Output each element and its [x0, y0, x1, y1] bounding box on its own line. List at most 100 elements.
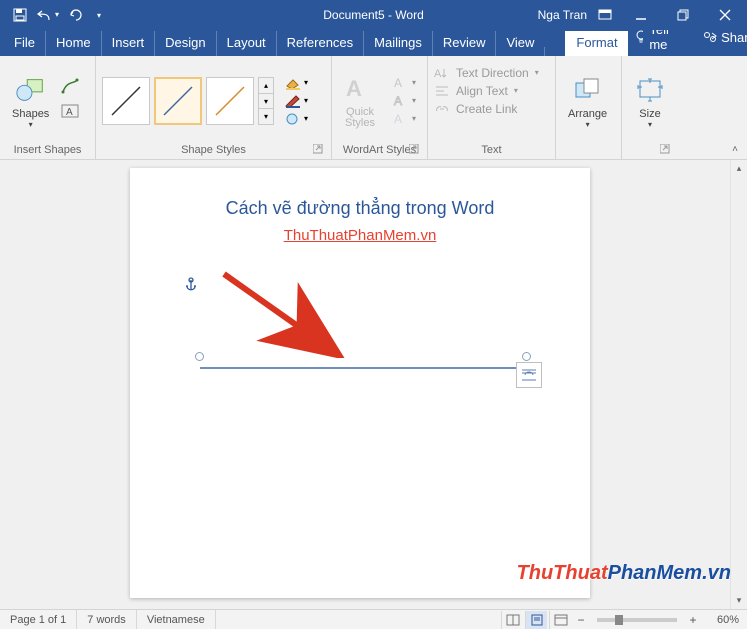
shape-style-3[interactable] — [206, 77, 254, 125]
web-layout-icon — [554, 614, 568, 626]
shapes-button[interactable]: Shapes ▾ — [6, 72, 55, 130]
title-bar: ▾ ▾ Document5 - Word Nga Tran — [0, 0, 747, 30]
tab-home[interactable]: Home — [45, 31, 101, 56]
size-button[interactable]: Size ▾ — [628, 72, 672, 130]
ribbon-display-button[interactable] — [593, 3, 617, 27]
scroll-up-button[interactable]: ▴ — [731, 160, 747, 177]
status-bar: Page 1 of 1 7 words Vietnamese − + 60% — [0, 609, 747, 629]
layout-options-icon — [520, 367, 538, 383]
edit-shape-icon — [61, 78, 79, 94]
tab-overflow[interactable] — [544, 47, 565, 56]
group-shape-styles: ▴ ▾ ▾ ▾ ▾ ▾ Shape Styles — [96, 56, 332, 159]
align-text-icon — [434, 84, 450, 98]
arrange-label: Arrange — [568, 108, 607, 120]
tab-file[interactable]: File — [0, 31, 45, 56]
dialog-launcher-shape-styles[interactable] — [311, 144, 325, 158]
gallery-more[interactable]: ▾ — [259, 109, 273, 124]
tab-insert[interactable]: Insert — [101, 31, 155, 56]
size-label: Size — [639, 108, 660, 120]
chevron-down-icon: ▾ — [304, 98, 308, 104]
gallery-down[interactable]: ▾ — [259, 94, 273, 110]
quick-styles-button: A Quick Styles — [338, 71, 382, 131]
workspace: Cách vẽ đường thẳng trong Word ThuThuatP… — [0, 160, 747, 609]
text-direction-icon: A — [434, 66, 450, 80]
text-box-button[interactable]: A — [61, 103, 79, 124]
undo-icon — [37, 8, 53, 22]
chevron-down-icon: ▾ — [304, 116, 308, 122]
arrange-button[interactable]: Arrange ▾ — [562, 72, 613, 130]
tab-view[interactable]: View — [495, 31, 544, 56]
scroll-down-button[interactable]: ▾ — [731, 592, 747, 609]
view-read-mode[interactable] — [501, 611, 523, 629]
status-page[interactable]: Page 1 of 1 — [0, 610, 77, 629]
shape-outline-button[interactable]: ▾ — [284, 94, 308, 108]
chevron-up-icon: ˄ — [732, 144, 738, 155]
layout-options-button[interactable] — [516, 362, 542, 388]
zoom-in-button[interactable]: + — [685, 613, 701, 627]
restore-button[interactable] — [665, 0, 701, 30]
view-print-layout[interactable] — [525, 611, 547, 629]
text-fill-button: A▾ — [392, 76, 416, 90]
tab-layout[interactable]: Layout — [216, 31, 276, 56]
shape-style-2[interactable] — [154, 77, 202, 125]
tab-format[interactable]: Format — [565, 31, 627, 56]
zoom-level[interactable]: 60% — [703, 614, 739, 626]
scrollbar-track[interactable] — [731, 177, 747, 592]
share-button[interactable]: Share — [703, 30, 747, 45]
group-label-insert-shapes: Insert Shapes — [6, 142, 89, 159]
text-direction-button: AText Direction▾ — [434, 66, 539, 80]
group-wordart-styles: A Quick Styles A▾ A▾ A▾ WordArt Styles — [332, 56, 428, 159]
text-outline-button: A▾ — [392, 94, 416, 108]
print-layout-icon — [530, 614, 544, 626]
view-web-layout[interactable] — [549, 611, 571, 629]
document-link: ThuThuatPhanMem.vn — [160, 227, 560, 244]
user-name[interactable]: Nga Tran — [538, 8, 587, 22]
tab-review[interactable]: Review — [432, 31, 496, 56]
menu-bar: File Home Insert Design Layout Reference… — [0, 30, 747, 56]
svg-text:A: A — [346, 76, 362, 101]
collapse-ribbon-button[interactable]: ˄ — [727, 141, 743, 157]
group-label-shape-styles: Shape Styles — [102, 142, 325, 159]
customize-qat-button[interactable]: ▾ — [92, 3, 106, 27]
status-words[interactable]: 7 words — [77, 610, 137, 629]
svg-text:A: A — [434, 68, 442, 80]
close-button[interactable] — [707, 0, 743, 30]
close-icon — [719, 9, 731, 21]
tab-references[interactable]: References — [276, 31, 363, 56]
svg-text:A: A — [66, 107, 73, 118]
shape-effects-button[interactable]: ▾ — [284, 112, 308, 126]
shape-style-gallery: ▴ ▾ ▾ — [102, 77, 274, 125]
shape-fill-button[interactable]: ▾ — [284, 76, 308, 90]
zoom-slider[interactable] — [597, 618, 677, 622]
selection-handle-end[interactable] — [522, 352, 531, 361]
zoom-out-button[interactable]: − — [573, 613, 589, 627]
effects-icon — [284, 112, 302, 126]
selection-handle-start[interactable] — [195, 352, 204, 361]
shape-style-1[interactable] — [102, 77, 150, 125]
dialog-launcher-wordart[interactable] — [407, 144, 421, 158]
document-page[interactable]: Cách vẽ đường thẳng trong Word ThuThuatP… — [130, 168, 590, 598]
selected-line-shape[interactable] — [200, 356, 526, 357]
chevron-down-icon: ▾ — [304, 80, 308, 86]
edit-shape-button[interactable] — [61, 78, 79, 99]
group-text: AText Direction▾ Align Text▾ Create Link… — [428, 56, 556, 159]
quick-access-toolbar: ▾ ▾ — [0, 3, 106, 27]
document-heading: Cách vẽ đường thẳng trong Word — [160, 198, 560, 219]
zoom-thumb[interactable] — [615, 615, 623, 625]
tab-design[interactable]: Design — [154, 31, 215, 56]
wordart-fill-outline: A▾ A▾ A▾ — [392, 76, 416, 126]
dialog-launcher-size[interactable] — [658, 144, 672, 158]
vertical-scrollbar[interactable]: ▴ ▾ — [730, 160, 747, 609]
ribbon-display-icon — [598, 9, 612, 21]
gallery-up[interactable]: ▴ — [259, 78, 273, 94]
redo-button[interactable] — [64, 3, 88, 27]
svg-text:A: A — [394, 76, 402, 90]
minimize-button[interactable] — [623, 0, 659, 30]
tab-mailings[interactable]: Mailings — [363, 31, 432, 56]
create-link-button: Create Link — [434, 102, 539, 116]
undo-button[interactable]: ▾ — [36, 3, 60, 27]
status-language[interactable]: Vietnamese — [137, 610, 216, 629]
shape-fill-outline: ▾ ▾ ▾ — [284, 76, 308, 126]
share-icon — [703, 30, 717, 44]
save-button[interactable] — [8, 3, 32, 27]
